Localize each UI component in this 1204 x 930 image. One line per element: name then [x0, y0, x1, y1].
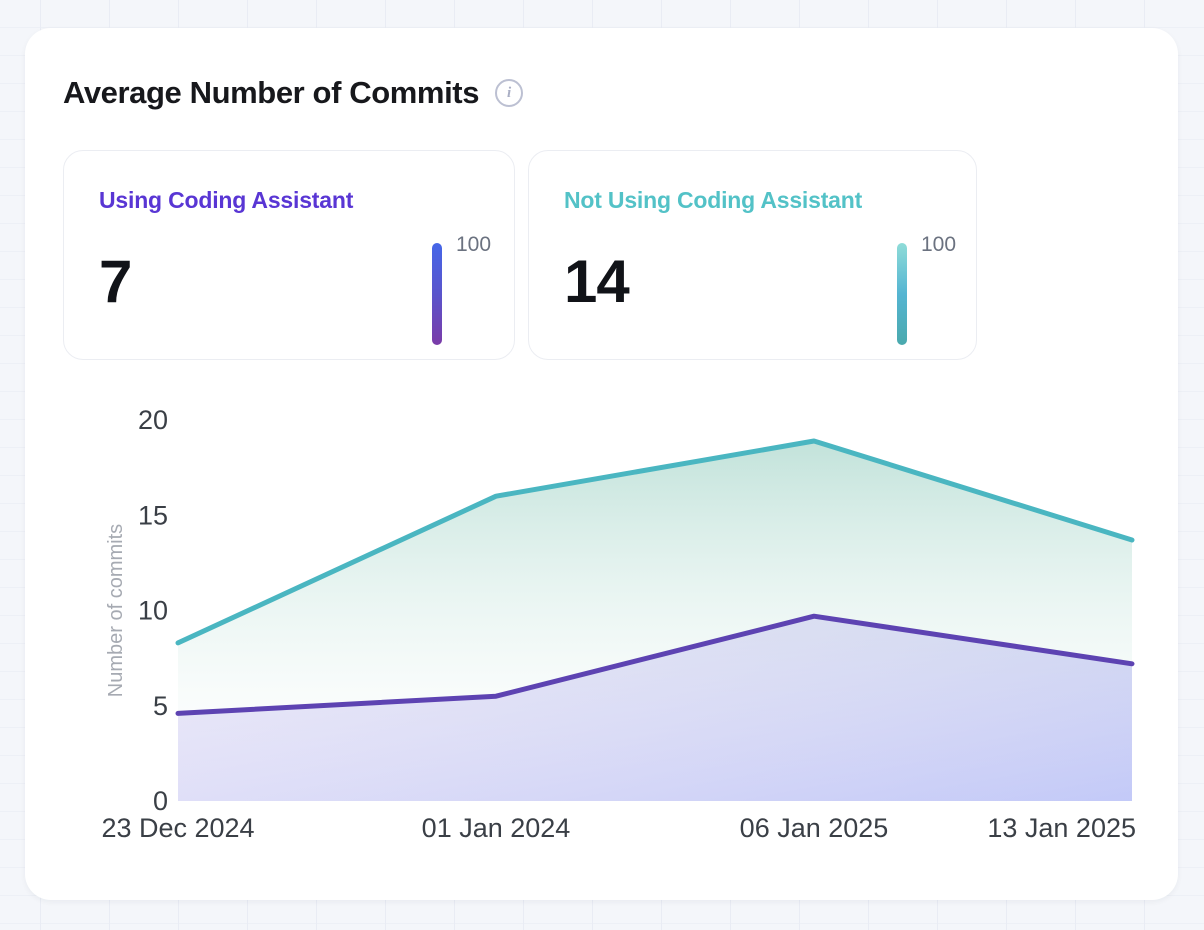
stat-card-not-using-assistant: Not Using Coding Assistant 14 100 — [528, 150, 977, 360]
x-tick-label: 06 Jan 2025 — [740, 813, 889, 843]
dashboard-background: Average Number of Commits i Using Coding… — [0, 0, 1204, 930]
stat-value: 7 — [99, 247, 131, 316]
stat-gradient-bar — [432, 243, 442, 345]
y-tick-label: 15 — [138, 500, 168, 530]
stat-label: Not Using Coding Assistant — [564, 187, 862, 214]
commits-widget-card: Average Number of Commits i Using Coding… — [25, 28, 1178, 900]
y-tick-label: 10 — [138, 596, 168, 626]
widget-title: Average Number of Commits — [63, 75, 479, 111]
chart-canvas: 0 5 10 15 20 23 Dec 2024 01 Jan 2024 06 Jan 20… — [65, 390, 1175, 868]
y-tick-label: 0 — [153, 786, 168, 816]
y-tick-label: 20 — [138, 405, 168, 435]
y-axis-title: Number of commits — [105, 524, 127, 697]
stat-gradient-bar — [897, 243, 907, 345]
widget-header: Average Number of Commits i — [63, 75, 523, 111]
stat-value: 14 — [564, 247, 629, 316]
x-tick-label: 13 Jan 2025 — [987, 813, 1136, 843]
stat-card-using-assistant: Using Coding Assistant 7 100 — [63, 150, 515, 360]
x-tick-label: 23 Dec 2024 — [101, 813, 254, 843]
stat-scale-max: 100 — [456, 233, 491, 257]
stat-scale-max: 100 — [921, 233, 956, 257]
x-tick-label: 01 Jan 2024 — [422, 813, 571, 843]
commits-area-chart: 0 5 10 15 20 23 Dec 2024 01 Jan 2024 06 Jan 20… — [65, 390, 1175, 868]
stat-label: Using Coding Assistant — [99, 187, 353, 214]
info-icon[interactable]: i — [495, 79, 523, 107]
y-tick-label: 5 — [153, 691, 168, 721]
